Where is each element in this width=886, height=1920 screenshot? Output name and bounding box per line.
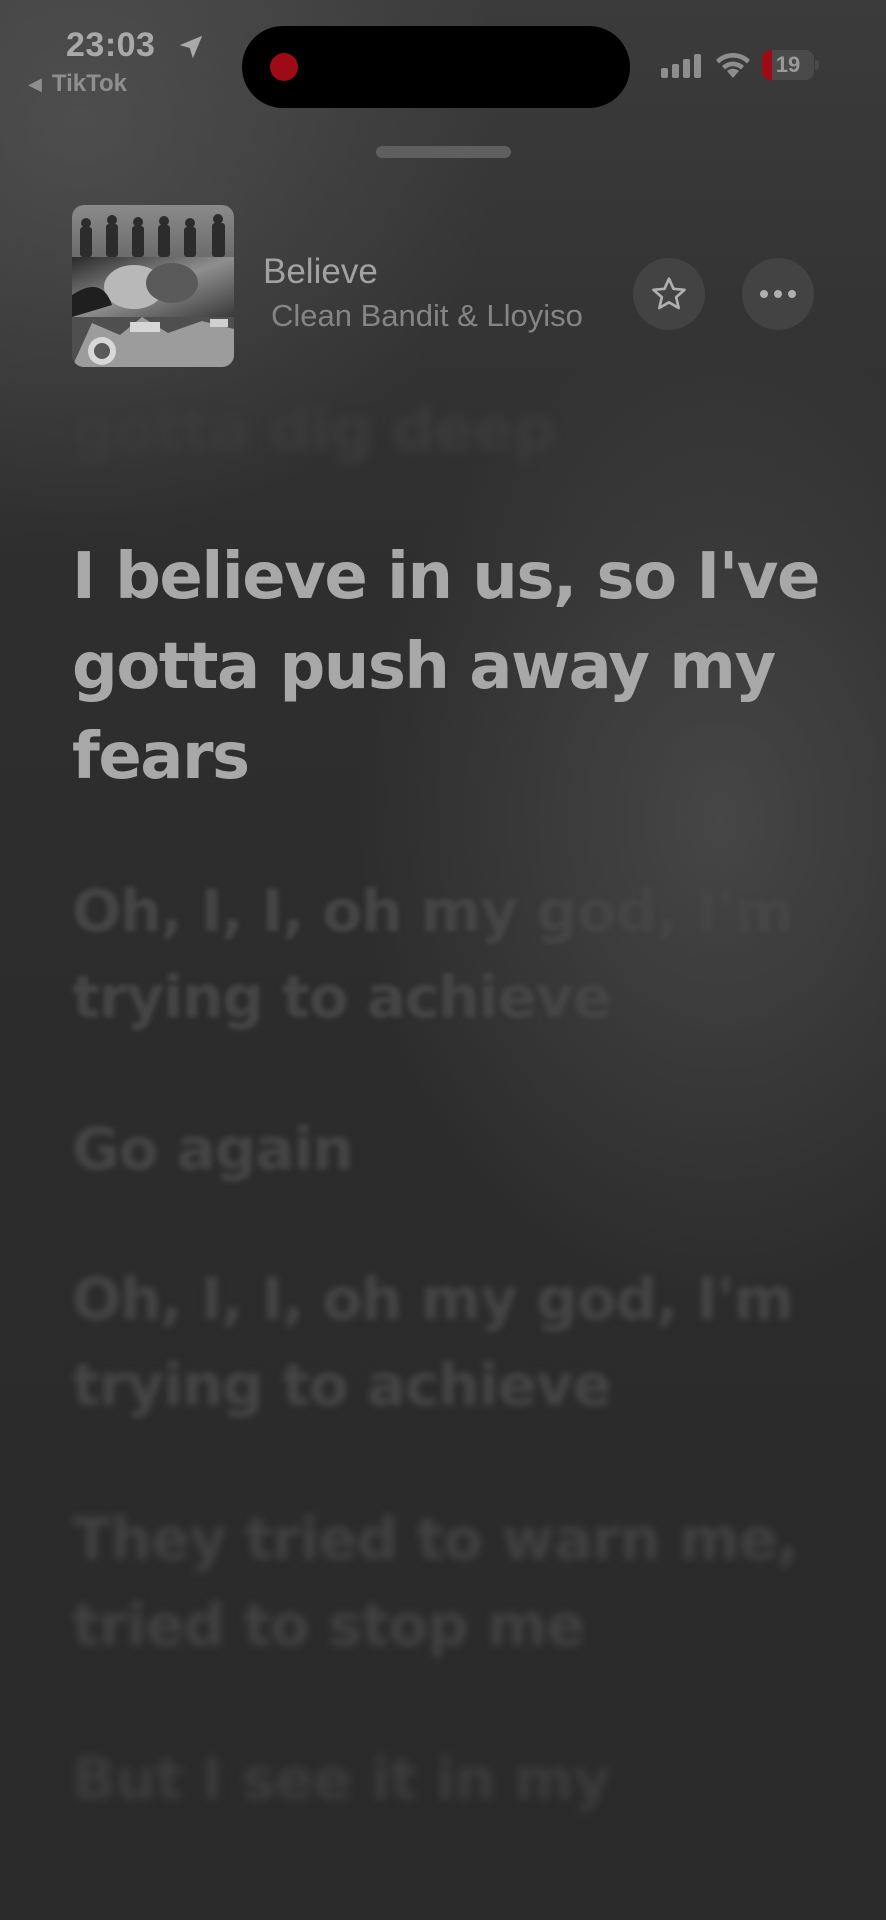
cellular-signal-icon bbox=[661, 54, 701, 78]
wifi-icon bbox=[716, 52, 750, 78]
album-collage-image bbox=[72, 205, 234, 367]
lyrics-screen: 23:03 ◀ TikTok 19 Believe Clean Bandit &… bbox=[0, 0, 886, 1920]
back-triangle-icon: ◀ bbox=[28, 73, 42, 94]
lyric-line-previous[interactable]: gotta dig deep bbox=[72, 390, 832, 470]
battery-indicator: 19 bbox=[762, 50, 819, 80]
favorite-button[interactable] bbox=[633, 258, 705, 330]
ellipsis-icon bbox=[760, 290, 796, 298]
more-options-button[interactable] bbox=[742, 258, 814, 330]
location-arrow-icon bbox=[179, 35, 203, 59]
battery-level: 19 bbox=[775, 52, 801, 77]
recording-indicator-icon bbox=[270, 53, 298, 81]
song-title[interactable]: Believe bbox=[263, 252, 378, 292]
battery-body: 19 bbox=[762, 50, 814, 80]
dynamic-island[interactable] bbox=[242, 26, 630, 108]
song-artist[interactable]: Clean Bandit & Lloyiso bbox=[271, 298, 616, 334]
lyric-line-upcoming[interactable]: Oh, I, I, oh my god, I'm trying to achie… bbox=[72, 868, 832, 1040]
album-artwork[interactable] bbox=[72, 205, 234, 367]
sheet-grabber[interactable] bbox=[376, 146, 511, 158]
back-to-app-link[interactable]: ◀ TikTok bbox=[28, 70, 127, 98]
lyric-line-upcoming[interactable]: They tried to warn me, tried to stop me bbox=[72, 1496, 832, 1668]
back-app-label: TikTok bbox=[51, 70, 127, 97]
status-time: 23:03 bbox=[66, 26, 156, 64]
star-icon bbox=[652, 277, 686, 310]
battery-cap bbox=[815, 60, 819, 70]
lyric-line-current[interactable]: I believe in us, so I've gotta push away… bbox=[72, 532, 832, 802]
lyric-line-upcoming[interactable]: Go again bbox=[72, 1106, 832, 1192]
lyric-line-upcoming[interactable]: Oh, I, I, oh my god, I'm trying to achie… bbox=[72, 1256, 832, 1428]
lyric-line-upcoming[interactable]: But I see it in my bbox=[72, 1736, 832, 1822]
